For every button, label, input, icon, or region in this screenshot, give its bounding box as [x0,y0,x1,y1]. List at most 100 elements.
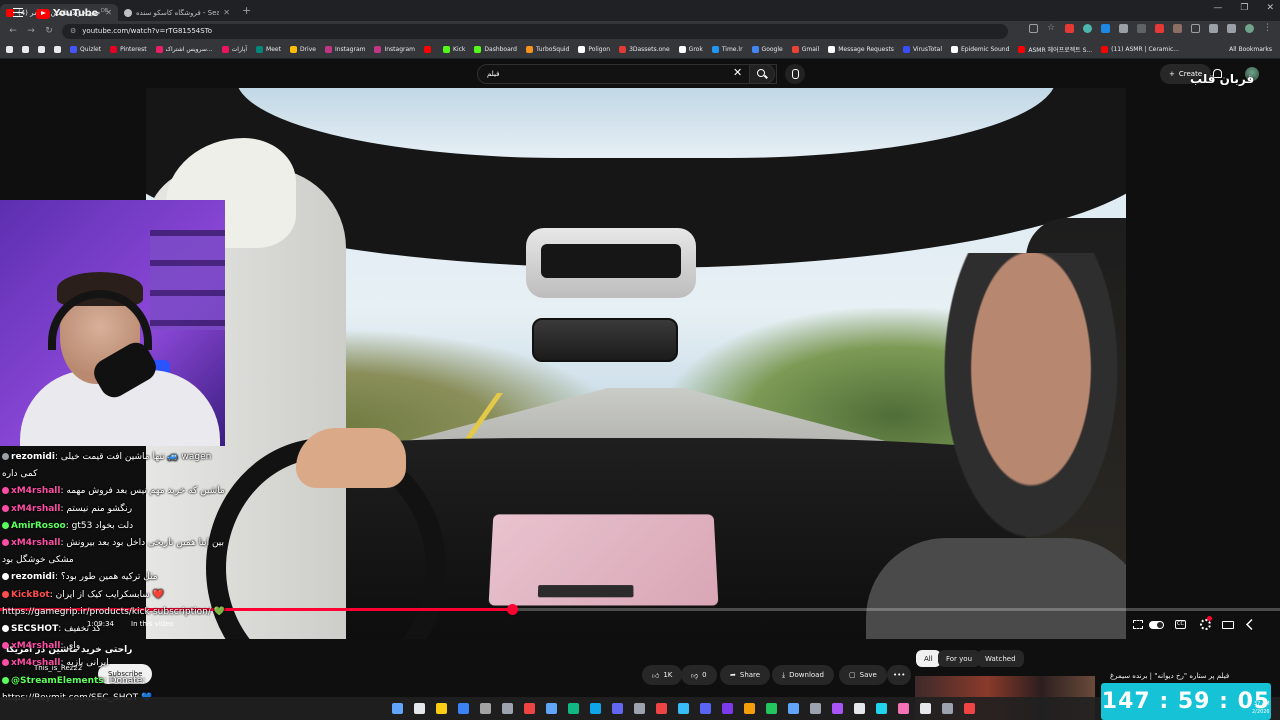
bookmark-item[interactable]: Instagram [324,45,365,54]
taskbar-app-icon[interactable] [392,703,403,714]
profile-avatar-icon[interactable] [1245,24,1254,33]
bookmark-item[interactable]: Epidemic Sound [951,45,1009,54]
puzzle-icon[interactable] [1191,24,1200,33]
taskbar-app-icon[interactable] [524,703,535,714]
taskbar-app-icon[interactable] [700,703,711,714]
forward-icon[interactable]: → [26,26,36,36]
bookmark-item[interactable]: Gmail [791,45,819,54]
bookmark-item[interactable]: ASMR 헤어프로젝트 S... [1018,45,1092,54]
bookmark-item[interactable]: Time.lr [711,45,743,54]
taskbar-app-icon[interactable] [898,703,909,714]
taskbar-app-icon[interactable] [942,703,953,714]
taskbar-app-icon[interactable] [502,703,513,714]
close-tab-icon[interactable]: ✕ [223,8,230,17]
recommendation-title[interactable]: فیلم پر ستاره "رخ دیوانه" | برنده سیمرغ [1110,672,1229,680]
taskbar-app-icon[interactable] [964,703,975,714]
clear-search-icon[interactable]: ✕ [733,66,742,79]
taskbar-app-icon[interactable] [744,703,755,714]
taskbar-app-icon[interactable] [612,703,623,714]
taskbar-app-icon[interactable] [876,703,887,714]
miniplayer-icon[interactable] [1133,620,1143,629]
menu-icon[interactable] [13,8,23,17]
bookmark-item[interactable]: Poligon [578,45,610,54]
back-icon[interactable]: ← [8,26,18,36]
extension-icon[interactable] [1209,24,1218,33]
taskbar-app-icon[interactable] [656,703,667,714]
chip-all[interactable]: All [916,650,941,667]
bookmark-item[interactable] [424,45,434,54]
new-tab-icon[interactable]: + [242,4,251,17]
extension-icon[interactable] [1065,24,1074,33]
menu-dots-icon[interactable]: ⋮ [1263,24,1272,33]
taskbar-app-icon[interactable] [634,703,645,714]
bookmark-item[interactable]: Quizlet [70,45,101,54]
extension-icon[interactable] [1101,24,1110,33]
taskbar-app-icon[interactable] [678,703,689,714]
all-bookmarks[interactable]: All Bookmarks [1229,46,1272,53]
bookmark-apps[interactable] [6,46,13,53]
bookmark-item[interactable]: (11) ASMR | Ceramic... [1101,45,1179,54]
dislike-button[interactable]: 👎︎ 0 [681,665,717,685]
extension-icon[interactable] [1119,24,1128,33]
bookmark-item[interactable]: Pinterest [110,45,147,54]
bookmark-apps[interactable] [38,46,45,53]
extension-icon[interactable] [1137,24,1146,33]
bookmark-item[interactable]: Grok [678,45,703,54]
taskbar-app-icon[interactable] [480,703,491,714]
bookmark-apps[interactable] [54,46,61,53]
bookmark-item[interactable]: Message Requests [828,45,894,54]
install-icon[interactable] [1029,24,1038,33]
extension-icon[interactable] [1155,24,1164,33]
scrubber-handle[interactable] [507,604,518,615]
more-actions-button[interactable]: ••• [887,665,912,685]
reload-icon[interactable]: ↻ [44,26,54,36]
bookmark-item[interactable]: Google [751,45,783,54]
bookmark-item[interactable]: Dashboard [474,45,517,54]
share-button[interactable]: ➦ Share [720,665,771,685]
taskbar-app-icon[interactable] [832,703,843,714]
like-button[interactable]: 👍︎ 1K [642,665,683,685]
extension-icon[interactable] [1083,24,1092,33]
taskbar-app-icon[interactable] [810,703,821,714]
chip-for-you[interactable]: For you [938,650,981,667]
bookmark-item[interactable]: TurboSquid [525,45,569,54]
theater-mode-icon[interactable] [1222,621,1234,629]
bookmark-apps[interactable] [22,46,29,53]
chip-watched[interactable]: Watched [977,650,1024,667]
video-player[interactable] [146,88,1126,639]
save-button[interactable]: ▢ Save [839,665,887,685]
bookmark-item[interactable]: سرویس اشتراک... [155,45,213,54]
taskbar-app-icon[interactable] [436,703,447,714]
extension-icon[interactable] [1173,24,1182,33]
taskbar-app-icon[interactable] [788,703,799,714]
bookmark-item[interactable]: 3Dassets.one [619,45,670,54]
taskbar-app-icon[interactable] [722,703,733,714]
bookmark-item[interactable]: Meet [256,45,281,54]
bookmark-item[interactable]: Drive [289,45,316,54]
fullscreen-icon[interactable] [1246,619,1257,630]
taskbar-app-icon[interactable] [920,703,931,714]
bookmark-item[interactable]: Instagram [374,45,415,54]
taskbar-app-icon[interactable] [414,703,425,714]
bookmark-item[interactable]: VirusTotal [902,45,942,54]
bookmark-item[interactable]: آپارات [221,45,247,54]
voice-search-icon[interactable] [785,64,805,84]
browser-tab-search[interactable]: فروشگاه کاسکو سنده - Search ✕ [118,4,236,21]
minimize-icon[interactable]: — [1213,3,1222,13]
bookmark-star-icon[interactable]: ☆ [1047,24,1056,33]
taskbar-app-icon[interactable] [568,703,579,714]
extension-icon[interactable] [1227,24,1236,33]
taskbar-app-icon[interactable] [590,703,601,714]
youtube-logo[interactable]: YouTube DE [36,8,108,19]
captions-icon[interactable]: CC [1175,620,1186,629]
maximize-icon[interactable]: ❐ [1240,3,1248,13]
close-window-icon[interactable]: ✕ [1266,3,1274,13]
taskbar-app-icon[interactable] [546,703,557,714]
search-input[interactable]: فیلم [477,64,777,84]
url-input[interactable]: ⚙ youtube.com/watch?v=rTG81554STo [62,23,1008,39]
autoplay-toggle[interactable] [1149,621,1164,629]
taskbar-app-icon[interactable] [766,703,777,714]
taskbar-app-icon[interactable] [458,703,469,714]
taskbar-app-icon[interactable] [854,703,865,714]
bookmark-item[interactable]: Kick [443,45,465,54]
